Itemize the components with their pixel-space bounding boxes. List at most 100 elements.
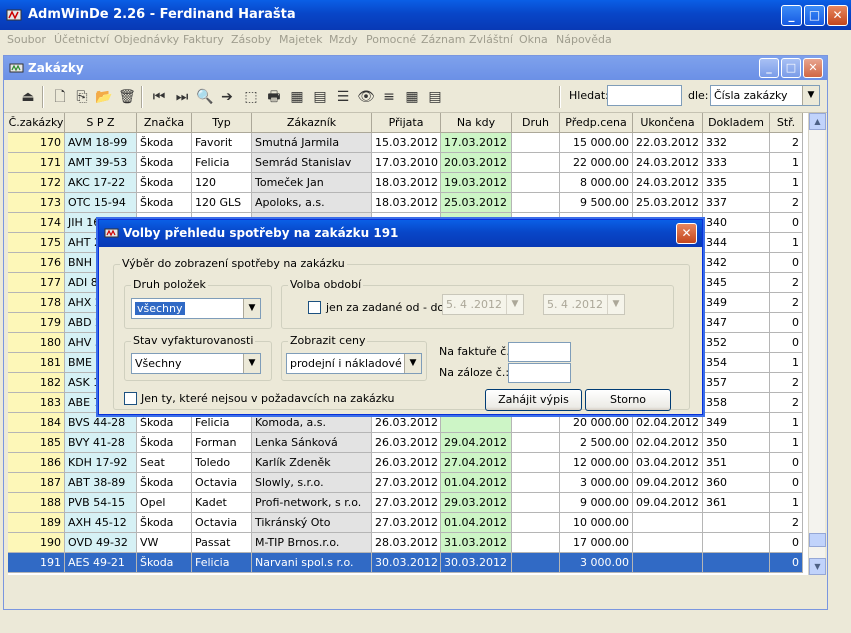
chevron-down-icon[interactable]: ▼	[607, 295, 624, 314]
invoice-number-input[interactable]	[508, 342, 571, 362]
excel-export-icon[interactable]: ▦	[287, 87, 307, 107]
date-to-picker[interactable]: 5. 4 .2012 ▼	[543, 294, 625, 315]
go-arrow-icon[interactable]: ➔	[217, 87, 237, 107]
table-row[interactable]: 187 ABT 38-89 Škoda Octavia Slowly, s.r.o. 27…	[8, 473, 803, 493]
prices-select[interactable]: prodejní i nákladové ▼	[286, 353, 422, 374]
tree-icon[interactable]: ≡	[379, 87, 399, 107]
menu-item-ucetnictvi[interactable]: Účetnictví	[54, 33, 109, 46]
cell-est-price: 20 000.00	[560, 413, 633, 433]
cell-document: 332	[703, 133, 770, 153]
column-header-received[interactable]: Přijata	[372, 113, 441, 133]
column-header-plate[interactable]: S P Z	[65, 113, 137, 133]
table-row[interactable]: 188 PVB 54-15 Opel Kadet Profi-network, s r.…	[8, 493, 803, 513]
list-icon[interactable]: ☰	[333, 87, 353, 107]
dialog-titlebar[interactable]: Volby přehledu spotřeby na zakázku 191 ✕	[99, 220, 702, 247]
column-header-due[interactable]: Na kdy	[441, 113, 512, 133]
column-header-brand[interactable]: Značka	[137, 113, 192, 133]
menu-item-faktury[interactable]: Faktury	[183, 33, 224, 46]
date-from-picker[interactable]: 5. 4 .2012 ▼	[442, 294, 524, 315]
select-icon[interactable]: ⬚	[241, 87, 261, 107]
menu-item-zasoby[interactable]: Zásoby	[231, 33, 271, 46]
exit-icon[interactable]: ⏏	[18, 87, 38, 107]
advance-number-input[interactable]	[508, 363, 571, 383]
copy-icon[interactable]: ⎘	[72, 87, 92, 107]
menu-item-pomocne[interactable]: Pomocné	[366, 33, 416, 46]
print-icon[interactable]: 🖶	[264, 87, 284, 107]
orders-close-button[interactable]: ✕	[803, 58, 823, 78]
menu-item-zaznam[interactable]: Záznam	[421, 33, 465, 46]
table-row[interactable]: 173 OTC 15-94 Škoda 120 GLS Apoloks, a.s. 18.…	[8, 193, 803, 213]
menu-item-zvlastni[interactable]: Zvláštní	[469, 33, 513, 46]
open-folder-icon[interactable]: 📂	[94, 87, 114, 107]
invoicing-state-select[interactable]: Všechny ▼	[131, 353, 261, 374]
table-row[interactable]: 184 BVS 44-28 Škoda Felicia Komoda, a.s. 26.0…	[8, 413, 803, 433]
chevron-down-icon[interactable]: ▼	[802, 86, 819, 105]
new-document-icon[interactable]: 🗋	[50, 87, 70, 107]
table-row[interactable]: 191 AES 49-21 Škoda Felicia Narvani spol.s r…	[8, 553, 803, 573]
chevron-down-icon[interactable]: ▼	[506, 295, 523, 314]
column-header-customer[interactable]: Zákazník	[252, 113, 372, 133]
item-type-select[interactable]: všechny ▼	[131, 298, 261, 319]
close-button[interactable]: ✕	[827, 5, 848, 26]
column-header-kind[interactable]: Druh	[512, 113, 560, 133]
search-by-select[interactable]: Čísla zakázky ▼	[710, 85, 820, 106]
table-row[interactable]: 171 AMT 39-53 Škoda Felicia Semrád Stanislav…	[8, 153, 803, 173]
scroll-down-icon[interactable]: ▼	[809, 558, 826, 575]
search-icon[interactable]: 🔍	[195, 87, 215, 107]
menu-item-mzdy[interactable]: Mzdy	[329, 33, 358, 46]
vertical-scrollbar[interactable]: ▲ ▼	[808, 113, 826, 575]
export-icon[interactable]: ▤	[310, 87, 330, 107]
orders-minimize-button[interactable]: _	[759, 58, 779, 78]
cell-est-price: 8 000.00	[560, 173, 633, 193]
column-header-model[interactable]: Typ	[192, 113, 252, 133]
binoculars-icon[interactable]: 👁	[356, 87, 376, 107]
search-by-value: Čísla zakázky	[714, 89, 788, 102]
orders-window-titlebar[interactable]: Zakázky _ □ ✕	[4, 56, 827, 80]
cancel-button[interactable]: Storno	[585, 389, 671, 411]
column-header-finished[interactable]: Ukončena	[633, 113, 703, 133]
menu-item-objednavky[interactable]: Objednávky	[114, 33, 179, 46]
cell-plate: AVM 18-99	[65, 133, 137, 153]
table-row[interactable]: 190 OVD 49-32 VW Passat M-TIP Brnos.r.o. 28.0…	[8, 533, 803, 553]
first-record-icon[interactable]: ⏮	[149, 87, 169, 107]
chevron-down-icon[interactable]: ▼	[243, 299, 260, 318]
cell-model: Felicia	[192, 153, 252, 173]
column-header-center[interactable]: Stř.	[770, 113, 803, 133]
period-checkbox[interactable]	[308, 301, 321, 314]
scrollbar-thumb[interactable]	[809, 533, 826, 547]
last-record-icon[interactable]: ⏭	[172, 87, 192, 107]
column-header-order-number[interactable]: Č.zakázky	[8, 113, 65, 133]
cell-order-number: 186	[8, 453, 65, 473]
cell-plate: AMT 39-53	[65, 153, 137, 173]
columns-icon[interactable]: ▦	[402, 87, 422, 107]
chevron-down-icon[interactable]: ▼	[243, 354, 260, 373]
table-row[interactable]: 172 AKC 17-22 Škoda 120 Tomeček Jan 18.03.201…	[8, 173, 803, 193]
app-titlebar[interactable]: AdmWinDe 2.26 - Ferdinand Harašta _ □ ✕	[0, 0, 851, 30]
search-input[interactable]	[607, 85, 682, 106]
column-header-est-price[interactable]: Předp.cena	[560, 113, 633, 133]
scroll-up-icon[interactable]: ▲	[809, 113, 826, 130]
maximize-button[interactable]: □	[804, 5, 825, 26]
start-listing-button[interactable]: Zahájit výpis	[485, 389, 582, 411]
orders-maximize-button[interactable]: □	[781, 58, 801, 78]
table-row[interactable]: 170 AVM 18-99 Škoda Favorit Smutná Jarmila 15…	[8, 133, 803, 153]
cell-order-number: 188	[8, 493, 65, 513]
menu-item-okna[interactable]: Okna	[519, 33, 548, 46]
column-header-document[interactable]: Dokladem	[703, 113, 770, 133]
not-in-requests-checkbox[interactable]	[124, 392, 137, 405]
table-row[interactable]: 185 BVY 41-28 Škoda Forman Lenka Sánková 26.0…	[8, 433, 803, 453]
notes-icon[interactable]: ▤	[425, 87, 445, 107]
menu-item-napoveda[interactable]: Nápověda	[556, 33, 612, 46]
menu-item-majetek[interactable]: Majetek	[279, 33, 323, 46]
cell-customer: Narvani spol.s r.o.	[252, 553, 372, 573]
cell-document: 358	[703, 393, 770, 413]
menu-item-soubor[interactable]: Soubor	[7, 33, 46, 46]
table-row[interactable]: 189 AXH 45-12 Škoda Octavia Tikránský Oto 27.…	[8, 513, 803, 533]
cell-document: 337	[703, 193, 770, 213]
cell-order-number: 183	[8, 393, 65, 413]
chevron-down-icon[interactable]: ▼	[404, 354, 421, 373]
delete-icon[interactable]: 🗑	[117, 87, 137, 107]
dialog-close-button[interactable]: ✕	[676, 223, 697, 244]
table-row[interactable]: 186 KDH 17-92 Seat Toledo Karlík Zdeněk 26.03…	[8, 453, 803, 473]
minimize-button[interactable]: _	[781, 5, 802, 26]
